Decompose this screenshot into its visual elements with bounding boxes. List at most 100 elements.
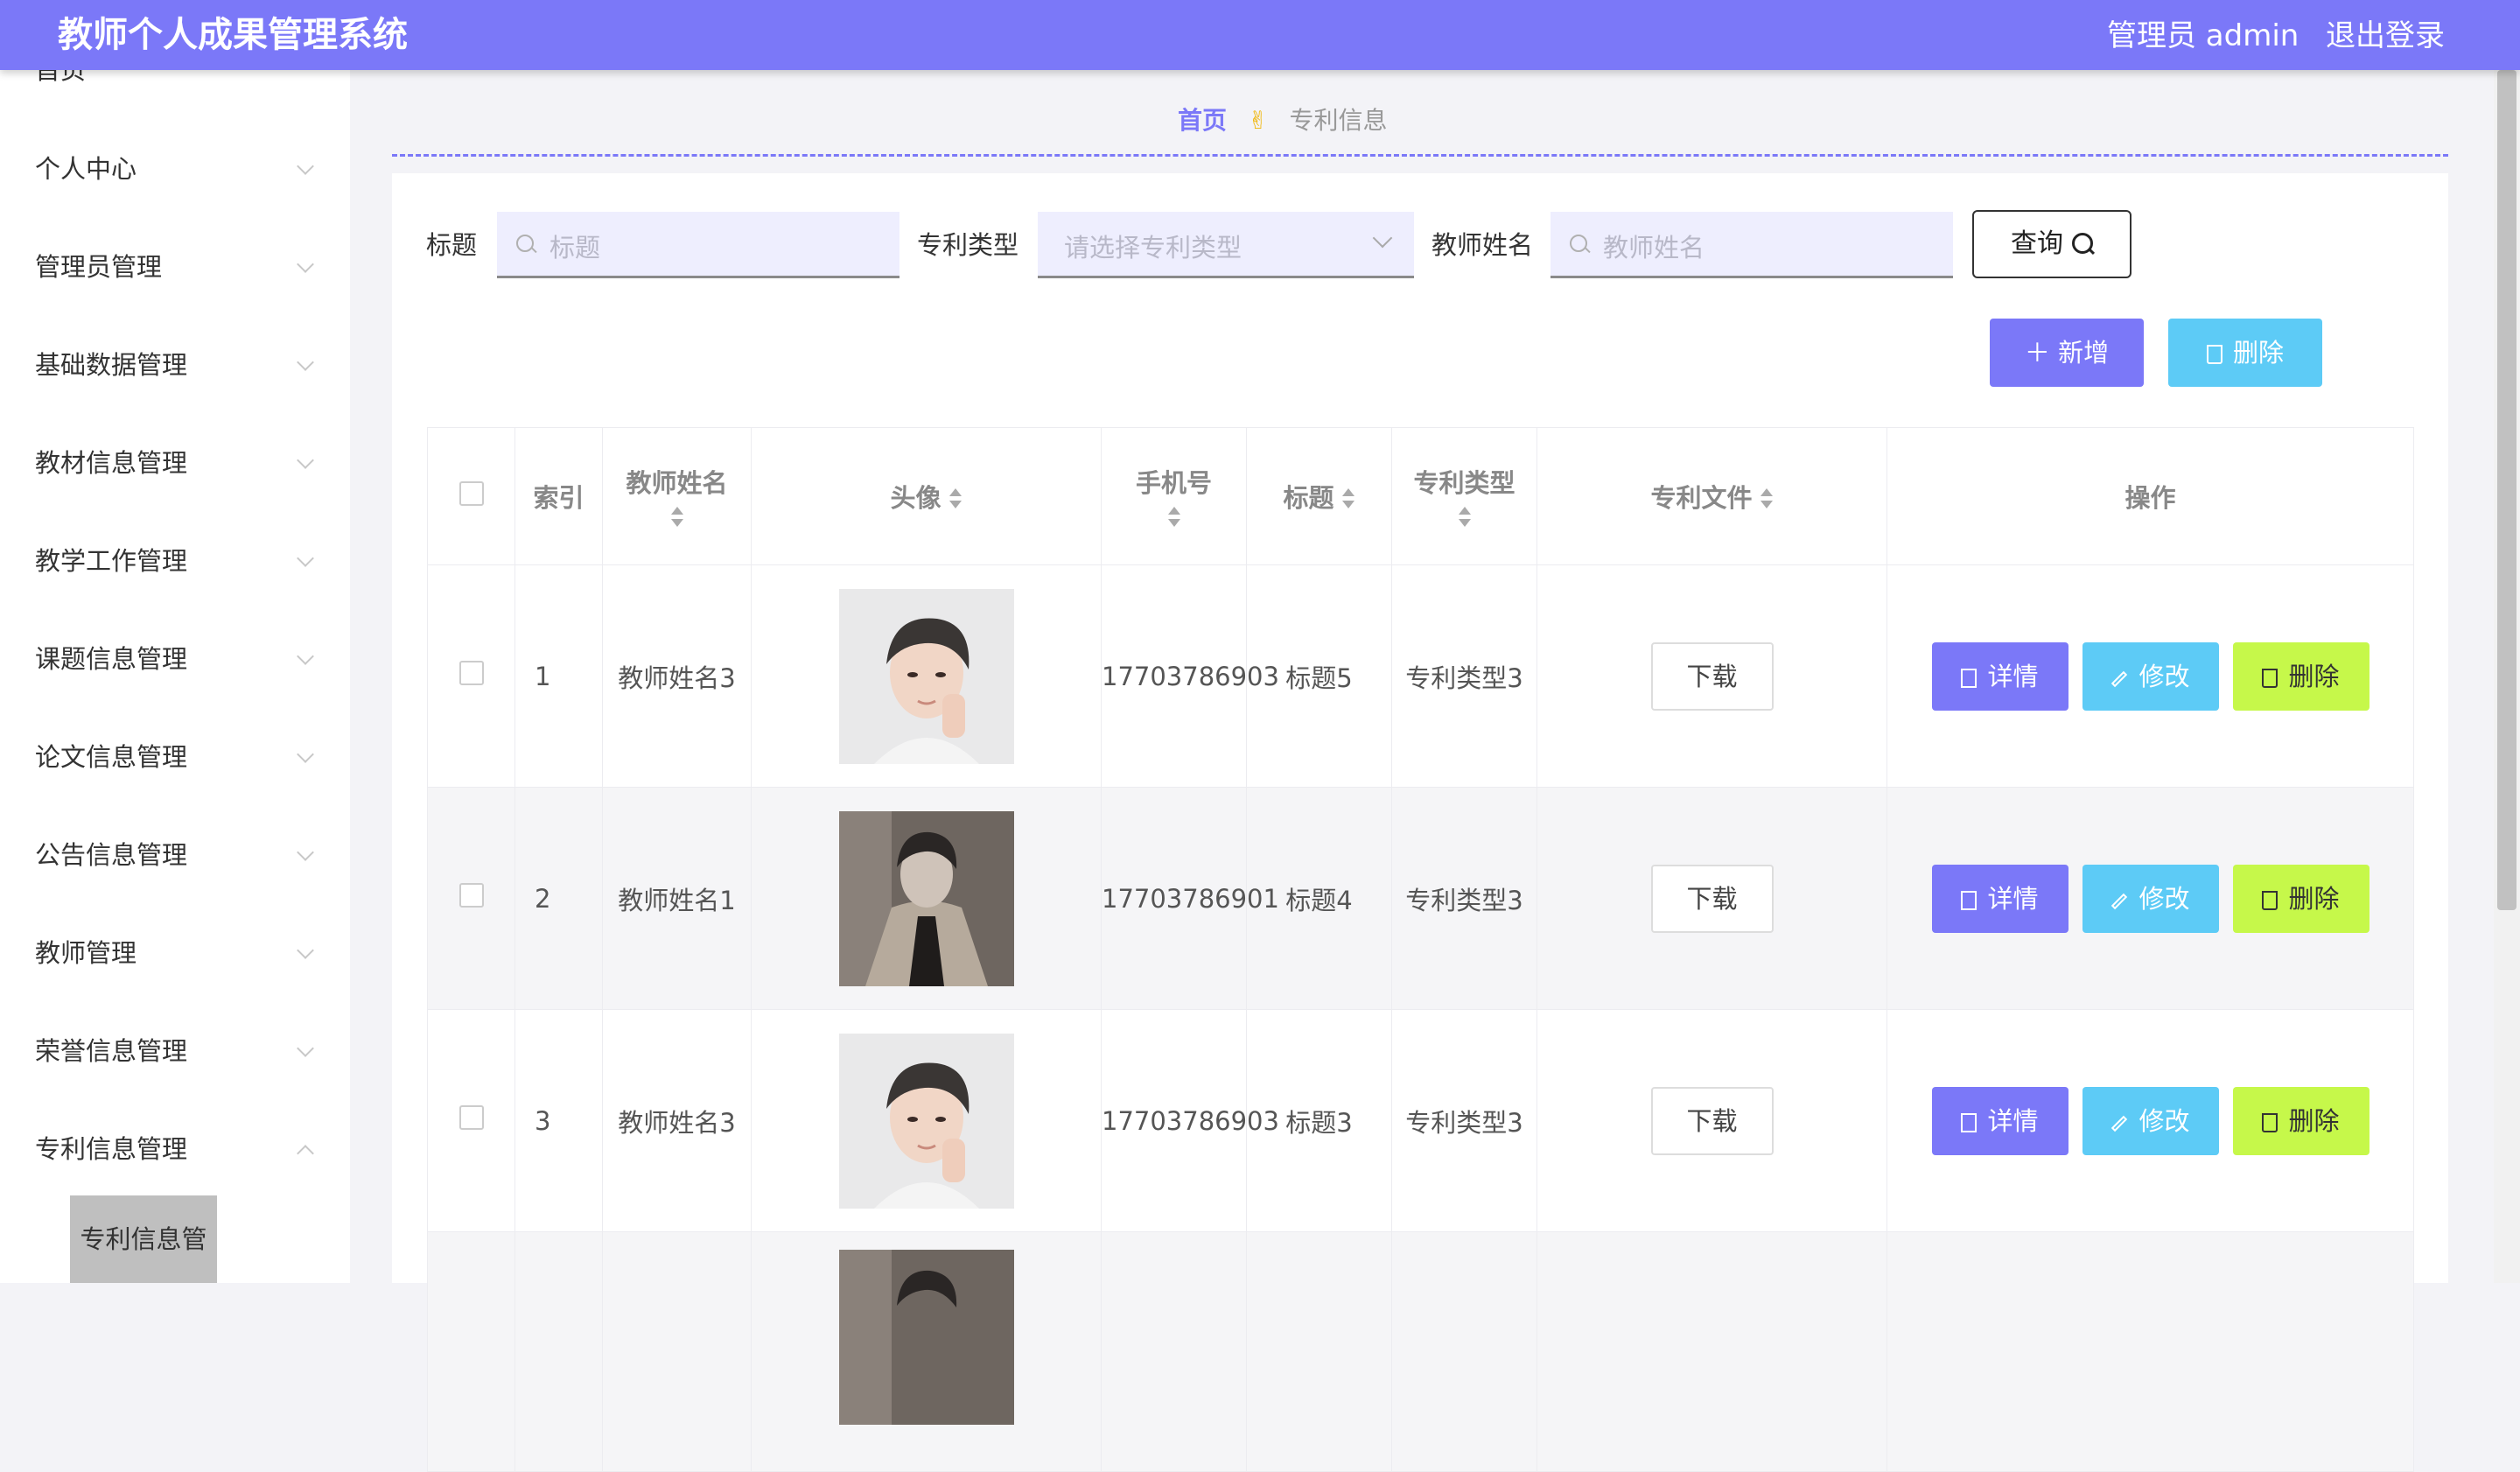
col-label: 头像 (890, 483, 942, 513)
col-phone[interactable]: 手机号 (1101, 427, 1247, 565)
edit-button[interactable]: 修改 (2082, 1086, 2219, 1155)
teacher-name-input[interactable]: 教师姓名 (1550, 212, 1953, 278)
sidebar-item-project[interactable]: 课题信息管理 (35, 633, 324, 685)
col-teacher-name[interactable]: 教师姓名 (602, 427, 752, 565)
sidebar-item-textbook[interactable]: 教材信息管理 (35, 437, 324, 489)
sidebar-item-label: 教材信息管理 (35, 448, 188, 478)
download-button[interactable]: 下载 (1650, 864, 1774, 933)
sort-icon[interactable] (1167, 507, 1181, 529)
batch-delete-label: 删除 (2232, 338, 2284, 368)
sidebar-item-basedata[interactable]: 基础数据管理 (35, 339, 324, 391)
avatar-image[interactable] (838, 1250, 1014, 1425)
detail-label: 详情 (1987, 883, 2039, 914)
col-title[interactable]: 标题 (1246, 427, 1392, 565)
sort-icon[interactable] (670, 507, 684, 529)
sidebar-item-label: 荣誉信息管理 (35, 1036, 188, 1066)
document-icon (1961, 1112, 1978, 1132)
row-teacher-name: 教师姓名1 (602, 787, 752, 1010)
chevron-down-icon (297, 354, 314, 371)
detail-label: 详情 (1987, 1105, 2039, 1136)
edit-label: 修改 (2138, 1105, 2190, 1136)
detail-button[interactable]: 详情 (1931, 641, 2068, 711)
sort-icon[interactable] (1760, 488, 1774, 511)
victory-hand-icon: ✌ (1248, 106, 1269, 135)
sort-icon[interactable] (948, 488, 962, 511)
avatar-image[interactable] (838, 810, 1014, 986)
sidebar-item-teacher[interactable]: 教师管理 (35, 927, 324, 979)
sidebar-item-label: 教师管理 (35, 938, 137, 968)
sidebar-item-paper[interactable]: 论文信息管理 (35, 731, 324, 783)
table-row: 3 教师姓名3 17703786903 标题3 专利类型3 下载 详情 修改 删… (427, 1009, 2414, 1232)
scrollbar-thumb[interactable] (2497, 70, 2516, 910)
patent-table: 索引 教师姓名 头像 手机号 标题 专利类型 专利文件 操作 1 教师姓名3 1… (427, 427, 2414, 1472)
query-button-label: 查询 (2011, 228, 2063, 259)
admin-label: 管理员 admin (2107, 18, 2300, 53)
delete-button[interactable]: 删除 (2232, 864, 2370, 933)
logout-link[interactable]: 退出登录 (2326, 16, 2445, 56)
select-all-checkbox[interactable] (458, 480, 484, 506)
table-row: 2 教师姓名1 17703786901 标题4 专利类型3 下载 详情 修改 删除 (427, 787, 2414, 1010)
sidebar-item-personal[interactable]: 个人中心 (35, 143, 324, 195)
sidebar-item-label: 个人中心 (35, 154, 137, 184)
edit-button[interactable]: 修改 (2082, 864, 2219, 933)
query-button[interactable]: 查询 (1972, 210, 2132, 278)
document-icon (1961, 668, 1978, 688)
edit-icon (2111, 670, 2128, 687)
sidebar-item-admin[interactable]: 管理员管理 (35, 241, 324, 293)
col-patent-type[interactable]: 专利类型 (1391, 427, 1537, 565)
avatar-image[interactable] (838, 1033, 1014, 1209)
divider (392, 154, 2448, 157)
row-avatar-cell (751, 1231, 1102, 1472)
title-search-input[interactable]: 标题 (497, 212, 900, 278)
sidebar-item-honor[interactable]: 荣誉信息管理 (35, 1025, 324, 1077)
row-checkbox[interactable] (458, 883, 484, 908)
delete-label: 删除 (2288, 883, 2340, 914)
patent-type-select[interactable]: 请选择专利类型 (1038, 212, 1414, 278)
trash-icon (2262, 890, 2278, 910)
sidebar-item-label: 课题信息管理 (35, 644, 188, 674)
breadcrumb-home[interactable]: 首页 (1178, 106, 1227, 135)
breadcrumb: 首页 ✌ 专利信息 (1178, 103, 1388, 138)
row-checkbox[interactable] (458, 1105, 484, 1130)
batch-delete-button[interactable]: 删除 (2168, 319, 2322, 387)
table-header-row: 索引 教师姓名 头像 手机号 标题 专利类型 专利文件 操作 (427, 427, 2414, 565)
delete-button[interactable]: 删除 (2232, 1086, 2370, 1155)
col-label: 专利类型 (1413, 468, 1516, 498)
sidebar-item-patent[interactable]: 专利信息管理 (35, 1123, 324, 1175)
sidebar-item-teaching[interactable]: 教学工作管理 (35, 535, 324, 587)
col-avatar[interactable]: 头像 (751, 427, 1102, 565)
sort-icon[interactable] (1458, 507, 1472, 529)
sort-icon[interactable] (1341, 488, 1355, 511)
delete-button[interactable]: 删除 (2232, 641, 2370, 711)
chevron-down-icon (297, 256, 314, 273)
add-button-label: 新增 (2058, 338, 2110, 368)
add-button[interactable]: ＋ 新增 (1990, 319, 2144, 387)
search-icon (1570, 235, 1587, 252)
edit-icon (2111, 1115, 2128, 1132)
chevron-down-icon (297, 844, 314, 861)
row-checkbox[interactable] (458, 661, 484, 685)
col-label: 手机号 (1135, 468, 1212, 498)
row-index: 2 (514, 787, 603, 1010)
sidebar-subitem-patent[interactable]: 专利信息管理 (70, 1195, 217, 1283)
download-button[interactable]: 下载 (1650, 641, 1774, 711)
avatar-image[interactable] (838, 588, 1014, 764)
sidebar-item-label: 基础数据管理 (35, 350, 188, 380)
row-index: 3 (514, 1009, 603, 1232)
row-teacher-name: 教师姓名3 (602, 564, 752, 788)
detail-button[interactable]: 详情 (1931, 864, 2068, 933)
row-patent-type: 专利类型3 (1391, 564, 1537, 788)
download-button[interactable]: 下载 (1650, 1086, 1774, 1155)
table-row: 1 教师姓名3 17703786903 标题5 专利类型3 下载 详情 修改 删… (427, 564, 2414, 788)
detail-button[interactable]: 详情 (1931, 1086, 2068, 1155)
sidebar-item-label: 专利信息管理 (35, 1134, 188, 1164)
sidebar-item-notice[interactable]: 公告信息管理 (35, 829, 324, 881)
chevron-down-icon (1372, 228, 1393, 249)
table-row (427, 1231, 2414, 1472)
breadcrumb-current: 专利信息 (1289, 106, 1388, 135)
delete-label: 删除 (2288, 1105, 2340, 1136)
col-label: 教师姓名 (626, 468, 728, 498)
patent-type-label: 专利类型 (917, 230, 1019, 260)
col-patent-file[interactable]: 专利文件 (1536, 427, 1887, 565)
edit-button[interactable]: 修改 (2082, 641, 2219, 711)
